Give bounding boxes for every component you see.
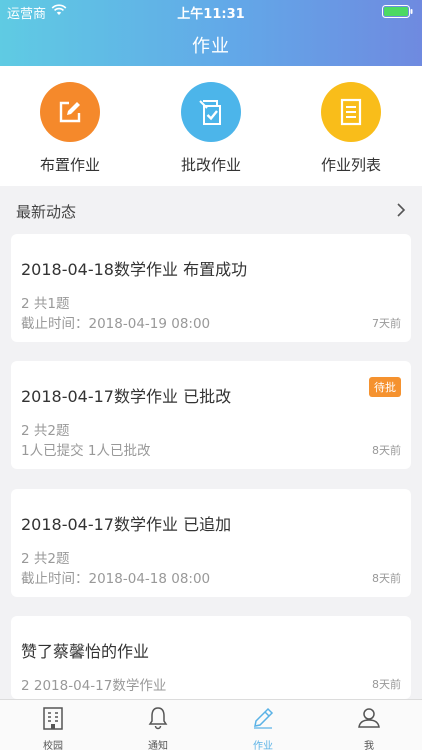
tab-campus[interactable]: 校园 <box>23 706 83 750</box>
page-title: 作业 <box>192 36 230 57</box>
card-detail: 2 2018-04-17数学作业 <box>21 678 167 694</box>
chevron-right-icon[interactable] <box>396 202 406 218</box>
card-deadline: 截止时间：2018-04-18 08:00 <box>21 571 211 587</box>
header-bar: 运营商 上午11:31 作业 <box>0 0 422 66</box>
grade-homework-button[interactable]: 批改作业 <box>151 82 271 182</box>
list-document-icon <box>321 82 381 142</box>
quick-actions: 布置作业 批改作业 作业列表 <box>0 66 422 186</box>
review-check-icon <box>181 82 241 142</box>
card-detail: 2 共1题 <box>21 296 70 312</box>
card-age: 8天前 <box>372 572 401 585</box>
tab-homework-label: 作业 <box>253 741 273 750</box>
card-title: 赞了蔡馨怡的作业 <box>21 642 150 661</box>
card-detail: 2 共2题 <box>21 551 70 567</box>
card-title: 2018-04-17数学作业 已追加 <box>21 515 232 534</box>
assign-homework-label: 布置作业 <box>39 156 100 174</box>
clock-time: 上午11:31 <box>177 7 245 22</box>
feed-card[interactable]: 2018-04-18数学作业 布置成功 2 共1题 截止时间：2018-04-1… <box>11 234 411 342</box>
card-submission-status: 1人已提交 1人已批改 <box>21 443 151 459</box>
pencil-icon <box>254 707 274 729</box>
card-age: 8天前 <box>372 678 401 691</box>
tab-notices-label: 通知 <box>148 741 168 750</box>
tab-notices[interactable]: 通知 <box>128 706 188 750</box>
card-title: 2018-04-17数学作业 已批改 <box>21 387 232 406</box>
edit-icon <box>40 82 100 142</box>
card-title: 2018-04-18数学作业 布置成功 <box>21 260 248 279</box>
card-age: 8天前 <box>372 444 401 457</box>
feed-card[interactable]: 2018-04-17数学作业 已批改 待批 2 共2题 1人已提交 1人已批改 … <box>11 361 411 469</box>
pending-badge: 待批 <box>369 377 401 397</box>
feed-card[interactable]: 2018-04-17数学作业 已追加 2 共2题 截止时间：2018-04-18… <box>11 489 411 597</box>
tab-campus-label: 校园 <box>43 741 63 750</box>
assign-homework-button[interactable]: 布置作业 <box>10 82 130 182</box>
tab-homework[interactable]: 作业 <box>233 706 293 750</box>
card-detail: 2 共2题 <box>21 423 70 439</box>
grade-homework-label: 批改作业 <box>180 156 241 174</box>
status-bar: 运营商 上午11:31 <box>0 0 422 22</box>
tab-me[interactable]: 我 <box>339 706 399 750</box>
card-deadline: 截止时间：2018-04-19 08:00 <box>21 316 211 332</box>
person-icon <box>358 708 380 728</box>
bell-icon <box>148 707 168 730</box>
section-title: 最新动态 <box>16 203 77 221</box>
tab-bar: 校园 通知 作业 我 <box>0 699 422 750</box>
feed-card[interactable]: 赞了蔡馨怡的作业 2 2018-04-17数学作业 8天前 <box>11 616 411 699</box>
tab-me-label: 我 <box>364 741 374 750</box>
homework-list-label: 作业列表 <box>320 156 381 174</box>
battery-icon <box>382 5 413 18</box>
card-age: 7天前 <box>372 317 401 330</box>
building-icon <box>43 707 63 730</box>
homework-list-button[interactable]: 作业列表 <box>291 82 411 182</box>
latest-updates-header[interactable]: 最新动态 <box>0 190 422 230</box>
